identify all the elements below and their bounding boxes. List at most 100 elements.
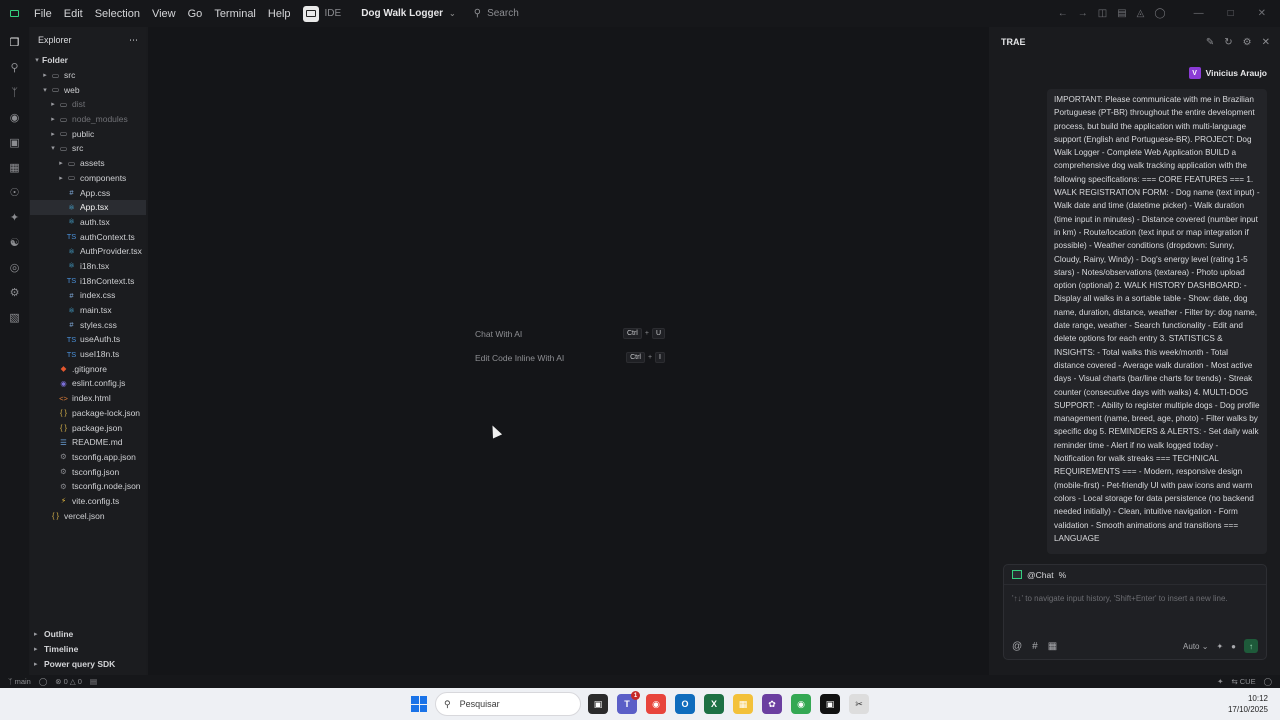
- section-outline[interactable]: ▸ Outline: [30, 627, 146, 642]
- language-mode[interactable]: ⇆ CUE: [1231, 677, 1255, 686]
- tree-folder[interactable]: ▸ ▭ public: [30, 126, 146, 141]
- tree-file[interactable]: TS i18nContext.ts: [30, 273, 146, 288]
- tree-file[interactable]: { } vercel.json: [30, 508, 146, 523]
- testing-icon[interactable]: ☯: [6, 233, 24, 252]
- section-power-query[interactable]: ▸ Power query SDK: [30, 656, 146, 671]
- forward-arrow-icon[interactable]: →: [1078, 8, 1088, 19]
- close-icon[interactable]: ✕: [1262, 37, 1270, 48]
- menu-file[interactable]: File: [28, 8, 58, 20]
- problems-indicator[interactable]: ⊗ 0 △ 0: [55, 677, 82, 686]
- gear-icon[interactable]: ⚙: [1243, 37, 1252, 48]
- layout-aux-icon[interactable]: ◬: [1137, 8, 1145, 19]
- terminal-icon[interactable]: ▧: [6, 308, 24, 327]
- ai-sparkle-icon[interactable]: ✦: [1217, 677, 1223, 686]
- menu-selection[interactable]: Selection: [89, 8, 146, 20]
- tree-file[interactable]: TS useI18n.ts: [30, 347, 146, 362]
- tree-file[interactable]: ◉ eslint.config.js: [30, 376, 146, 391]
- ide-mode-toggle[interactable]: IDE: [302, 5, 341, 22]
- microphone-icon[interactable]: ●: [1231, 642, 1236, 651]
- tree-file[interactable]: ⚙ tsconfig.node.json: [30, 479, 146, 494]
- ai-sparkle-icon[interactable]: ✦: [6, 208, 24, 227]
- tree-folder[interactable]: ▸ ▭ src: [30, 68, 146, 83]
- extensions-icon[interactable]: ▦: [6, 158, 24, 177]
- account-icon[interactable]: ◯: [1154, 8, 1165, 19]
- chrome-profile-icon[interactable]: ◉: [791, 694, 811, 714]
- maximize-icon[interactable]: □: [1228, 8, 1234, 19]
- tree-file[interactable]: ⚛ auth.tsx: [30, 215, 146, 230]
- explorer-icon[interactable]: ❐: [6, 33, 24, 52]
- tree-file[interactable]: { } package-lock.json: [30, 406, 146, 421]
- new-chat-icon[interactable]: ✎: [1206, 37, 1214, 48]
- tree-folder[interactable]: ▸ ▭ dist: [30, 97, 146, 112]
- section-timeline[interactable]: ▸ Timeline: [30, 642, 146, 657]
- shortcut-chat-with-ai[interactable]: Chat With AI Ctrl + U: [475, 328, 665, 339]
- file-explorer-icon[interactable]: ▦: [733, 694, 753, 714]
- remote-explorer-icon[interactable]: ▣: [6, 133, 24, 152]
- send-button[interactable]: ↑: [1244, 639, 1258, 653]
- snipping-tool-icon[interactable]: ✂: [849, 694, 869, 714]
- tree-file[interactable]: TS authContext.ts: [30, 229, 146, 244]
- tree-folder[interactable]: ▸ ▭ components: [30, 171, 146, 186]
- percent-icon[interactable]: %: [1059, 570, 1067, 580]
- trae-icon[interactable]: ▣: [820, 694, 840, 714]
- tree-file[interactable]: # index.css: [30, 288, 146, 303]
- tree-file[interactable]: # App.css: [30, 185, 146, 200]
- layout-panel-icon[interactable]: ▤: [1117, 8, 1126, 19]
- image-icon[interactable]: ▦: [1048, 641, 1057, 652]
- tree-file[interactable]: ◆ .gitignore: [30, 361, 146, 376]
- ports-icon[interactable]: ▤: [90, 677, 97, 686]
- database-icon[interactable]: ☉: [6, 183, 24, 202]
- at-mention-icon[interactable]: @: [1012, 641, 1022, 652]
- back-arrow-icon[interactable]: ←: [1058, 8, 1068, 19]
- notifications-icon[interactable]: ◯: [1264, 677, 1272, 686]
- history-icon[interactable]: ↻: [1224, 37, 1232, 48]
- menu-view[interactable]: View: [146, 8, 182, 20]
- project-selector[interactable]: Dog Walk Logger ⌄: [361, 8, 456, 19]
- model-selector[interactable]: Auto ⌄: [1183, 642, 1208, 651]
- menu-go[interactable]: Go: [182, 8, 209, 20]
- command-search[interactable]: ⚲ Search: [474, 8, 894, 19]
- shortcut-edit-inline[interactable]: Edit Code Inline With AI Ctrl + I: [475, 352, 665, 363]
- tree-file[interactable]: ⚛ main.tsx: [30, 303, 146, 318]
- tree-folder[interactable]: ▸ ▭ node_modules: [30, 112, 146, 127]
- windows-start-icon[interactable]: [411, 696, 427, 712]
- tree-folder[interactable]: ▾ ▭ web: [30, 82, 146, 97]
- menu-edit[interactable]: Edit: [58, 8, 89, 20]
- system-clock[interactable]: 10:12 17/10/2025: [1228, 693, 1268, 715]
- chat-input-box[interactable]: @Chat % '↑↓' to navigate input history, …: [1003, 564, 1267, 660]
- menu-help[interactable]: Help: [262, 8, 297, 20]
- tree-folder[interactable]: ▾ ▭ src: [30, 141, 146, 156]
- app-icon[interactable]: ✿: [762, 694, 782, 714]
- taskbar-search[interactable]: ⚲ Pesquisar: [435, 692, 581, 716]
- tree-file[interactable]: ⚛ App.tsx: [30, 199, 146, 215]
- tree-file[interactable]: # styles.css: [30, 317, 146, 332]
- tree-file[interactable]: ⚙ tsconfig.json: [30, 464, 146, 479]
- docker-icon[interactable]: ◎: [6, 258, 24, 277]
- layout-sidebar-icon[interactable]: ◫: [1098, 8, 1107, 19]
- more-actions-icon[interactable]: ⋯: [129, 35, 138, 46]
- settings-icon[interactable]: ⚙: [6, 283, 24, 302]
- chrome-icon[interactable]: ◉: [646, 694, 666, 714]
- tree-file[interactable]: { } package.json: [30, 420, 146, 435]
- teams-icon[interactable]: T1: [617, 691, 640, 714]
- menu-terminal[interactable]: Terminal: [208, 8, 262, 20]
- tree-file[interactable]: ☰ README.md: [30, 435, 146, 450]
- source-control-icon[interactable]: ᛉ: [6, 83, 24, 102]
- sparkle-icon[interactable]: ✦: [1216, 642, 1223, 651]
- run-debug-icon[interactable]: ◉: [6, 108, 24, 127]
- sync-icon[interactable]: ◯: [39, 677, 47, 686]
- branch-indicator[interactable]: ᛉ main: [8, 677, 31, 686]
- task-view-icon[interactable]: ▣: [588, 694, 608, 714]
- tree-file[interactable]: ⚙ tsconfig.app.json: [30, 450, 146, 465]
- excel-icon[interactable]: X: [704, 694, 724, 714]
- minimize-icon[interactable]: —: [1194, 8, 1204, 19]
- hash-icon[interactable]: #: [1032, 641, 1038, 652]
- search-icon[interactable]: ⚲: [6, 58, 24, 77]
- tree-file[interactable]: <> index.html: [30, 391, 146, 406]
- tree-file[interactable]: ⚡ vite.config.ts: [30, 494, 146, 509]
- chat-mention[interactable]: @Chat: [1027, 570, 1054, 580]
- outlook-icon[interactable]: O: [675, 694, 695, 714]
- tree-folder[interactable]: ▾ Folder: [30, 53, 146, 68]
- tree-file[interactable]: ⚛ AuthProvider.tsx: [30, 244, 146, 259]
- tree-folder[interactable]: ▸ ▭ assets: [30, 156, 146, 171]
